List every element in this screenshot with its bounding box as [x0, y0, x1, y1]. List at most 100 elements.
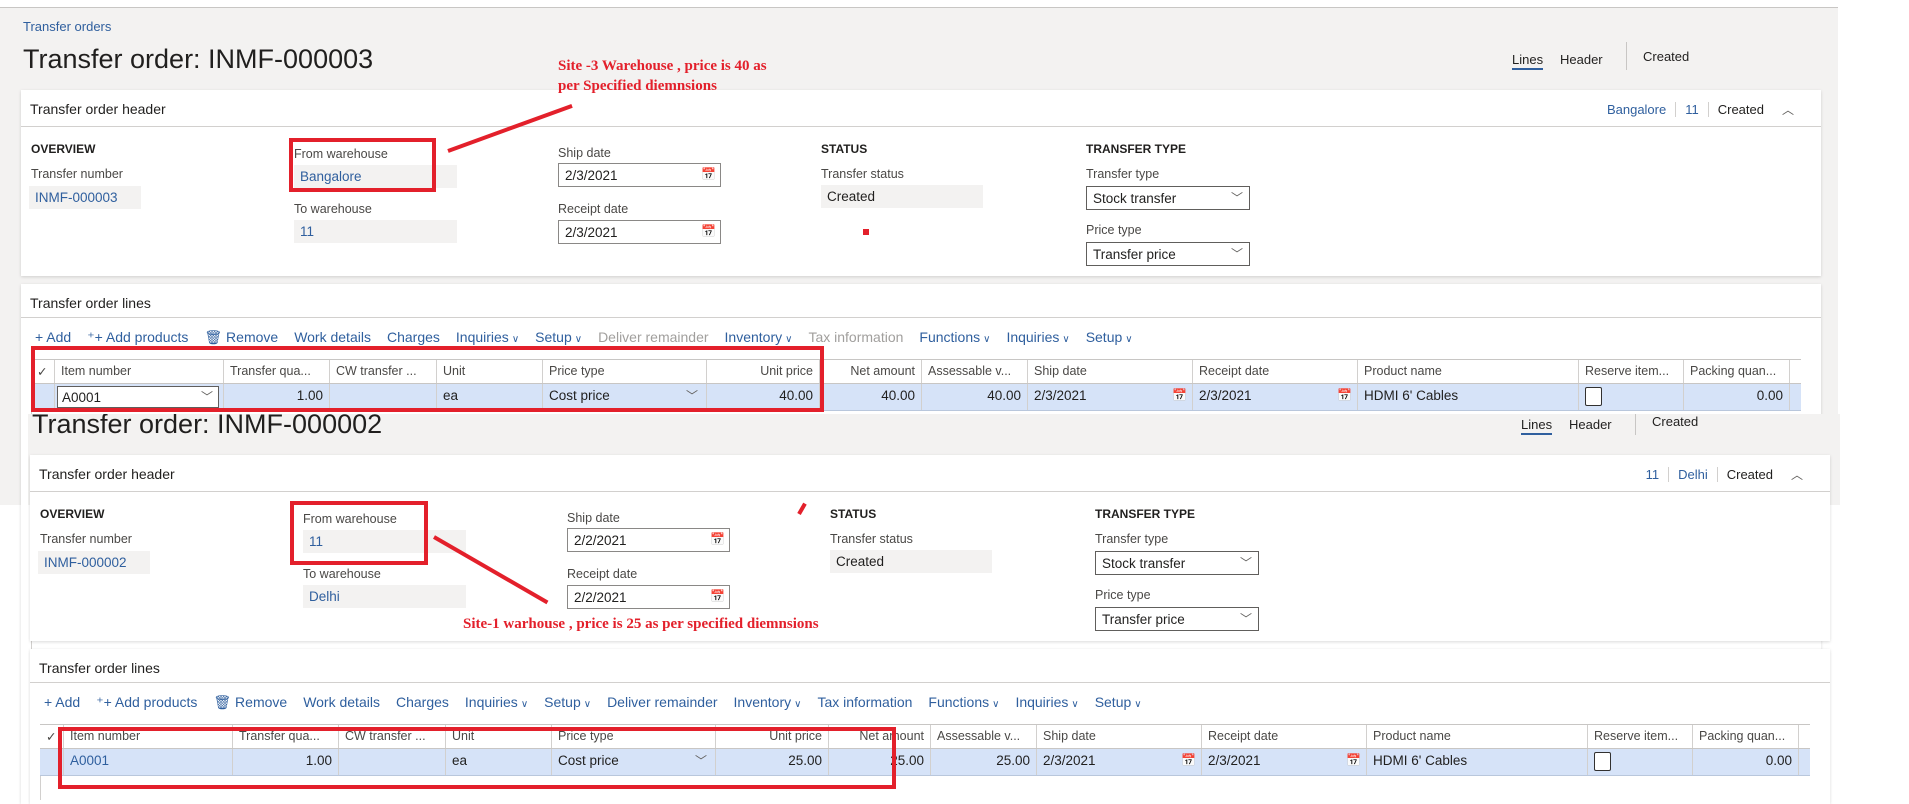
toolbar-functions[interactable]: Functions ∨ [928, 694, 999, 711]
toolbar-remove[interactable]: 🗑 Remove [204, 329, 278, 346]
breadcrumb-transfer-orders[interactable]: Transfer orders [23, 19, 111, 34]
column-header[interactable]: Receipt date [1193, 360, 1358, 383]
ship-date-input[interactable]: 2/2/2021 📅 [567, 528, 730, 552]
toolbar-inventory[interactable]: Inventory ∨ [725, 329, 793, 346]
net-amount-cell[interactable]: 40.00 [820, 384, 922, 410]
column-header[interactable]: Packing quan... [1693, 725, 1799, 748]
ship-date-cell[interactable]: 2/3/2021 📅 [1037, 749, 1202, 775]
receipt-date-input[interactable]: 2/3/2021 📅 [558, 220, 721, 244]
toolbar-remove[interactable]: 🗑 Remove [213, 694, 287, 711]
calendar-icon[interactable]: 📅 [701, 167, 716, 181]
calendar-icon[interactable]: 📅 [1346, 753, 1361, 767]
header-card-title[interactable]: Transfer order header [30, 101, 166, 117]
receipt-date-cell[interactable]: 2/3/2021 📅 [1193, 384, 1358, 410]
transfer-number-value[interactable]: INMF-000003 [29, 186, 141, 209]
column-header[interactable]: Ship date [1037, 725, 1202, 748]
toolbar-work-details[interactable]: Work details [294, 329, 371, 346]
calendar-icon[interactable]: 📅 [1172, 388, 1187, 402]
toolbar-setup[interactable]: Setup ∨ [544, 694, 591, 711]
column-header[interactable]: Net amount [820, 360, 922, 383]
to-warehouse-value[interactable]: Delhi [303, 585, 466, 608]
summary-item[interactable]: Delhi [1668, 467, 1717, 482]
product-name-cell[interactable]: HDMI 6' Cables [1358, 384, 1579, 410]
calendar-icon[interactable]: 📅 [710, 532, 725, 546]
transfer-status-label: Transfer status [830, 532, 913, 546]
receipt-date-value: 2/2/2021 [574, 590, 627, 605]
label: + Add [44, 694, 81, 710]
toolbar-add[interactable]: + Add [44, 694, 80, 711]
chevron-down-icon: ∨ [785, 334, 793, 345]
assessable-value-cell[interactable]: 40.00 [922, 384, 1028, 410]
price-type-select[interactable]: Transfer price ﹀ [1086, 242, 1250, 266]
column-header[interactable]: Reserve item... [1588, 725, 1693, 748]
column-header[interactable]: Packing quan... [1684, 360, 1790, 383]
toolbar-add-products[interactable]: ⁺+ Add products [96, 694, 197, 711]
toolbar-setup[interactable]: Setup ∨ [535, 329, 582, 346]
header-card-title[interactable]: Transfer order header [39, 466, 175, 482]
assessable-value-cell[interactable]: 25.00 [931, 749, 1037, 775]
tab-header[interactable]: Header [1569, 417, 1612, 432]
toolbar-work-details[interactable]: Work details [303, 694, 380, 711]
toolbar-deliver-remainder[interactable]: Deliver remainder [607, 694, 717, 711]
toolbar-tax-information[interactable]: Tax information [817, 694, 912, 711]
collapse-chevron-icon[interactable]: ︿ [1782, 466, 1812, 483]
tab-lines[interactable]: Lines [1521, 417, 1553, 435]
product-name-cell[interactable]: HDMI 6' Cables [1367, 749, 1588, 775]
summary-item[interactable]: Bangalore [1598, 102, 1675, 117]
packing-quantity-cell[interactable]: 0.00 [1693, 749, 1799, 775]
toolbar-tax-information[interactable]: Tax information [808, 329, 903, 346]
reserve-items-cell[interactable] [1579, 384, 1684, 410]
tab-header[interactable]: Header [1560, 52, 1603, 67]
lines-toolbar: + Add ⁺+ Add products 🗑 Remove Work deta… [44, 694, 1142, 711]
reserve-items-checkbox[interactable] [1585, 387, 1602, 406]
toolbar-inquiries[interactable]: Inquiries ∨ [456, 329, 519, 346]
column-header[interactable]: Product name [1367, 725, 1588, 748]
toolbar-functions[interactable]: Functions ∨ [919, 329, 990, 346]
transfer-type-heading: TRANSFER TYPE [1086, 142, 1187, 156]
price-type-select[interactable]: Transfer price ﹀ [1095, 607, 1259, 631]
calendar-icon[interactable]: 📅 [1337, 388, 1352, 402]
tab-lines[interactable]: Lines [1512, 52, 1544, 70]
column-header[interactable]: Reserve item... [1579, 360, 1684, 383]
toolbar-setup-2[interactable]: Setup ∨ [1095, 694, 1142, 711]
transfer-type-select[interactable]: Stock transfer ﹀ [1095, 551, 1259, 575]
toolbar-inquiries-2[interactable]: Inquiries ∨ [1006, 329, 1069, 346]
column-header[interactable]: Ship date [1028, 360, 1193, 383]
ship-date-value: 2/3/2021 [565, 168, 618, 183]
column-header[interactable]: Receipt date [1202, 725, 1367, 748]
calendar-icon[interactable]: 📅 [1181, 753, 1196, 767]
receipt-date-input[interactable]: 2/2/2021 📅 [567, 585, 730, 609]
toolbar-inquiries-2[interactable]: Inquiries ∨ [1015, 694, 1078, 711]
toolbar-deliver-remainder[interactable]: Deliver remainder [598, 329, 708, 346]
to-warehouse-value[interactable]: 11 [294, 220, 457, 243]
receipt-date-cell[interactable]: 2/3/2021 📅 [1202, 749, 1367, 775]
transfer-status-value: Created [821, 185, 983, 208]
summary-item[interactable]: 11 [1637, 467, 1669, 482]
reserve-items-cell[interactable] [1588, 749, 1693, 775]
toolbar-add-products[interactable]: ⁺+ Add products [87, 329, 188, 346]
toolbar-inventory[interactable]: Inventory ∨ [734, 694, 802, 711]
column-header[interactable]: Product name [1358, 360, 1579, 383]
column-header[interactable]: Assessable v... [931, 725, 1037, 748]
toolbar-charges[interactable]: Charges [387, 329, 440, 346]
summary-item[interactable]: 11 [1675, 102, 1708, 117]
column-header[interactable]: Assessable v... [922, 360, 1028, 383]
calendar-icon[interactable]: 📅 [701, 224, 716, 238]
transfer-number-value[interactable]: INMF-000002 [38, 551, 150, 574]
collapse-chevron-icon[interactable]: ︿ [1773, 101, 1803, 118]
chevron-down-icon: ﹀ [1230, 191, 1243, 205]
ship-date-cell[interactable]: 2/3/2021 📅 [1028, 384, 1193, 410]
transfer-type-select[interactable]: Stock transfer ﹀ [1086, 186, 1250, 210]
toolbar-charges[interactable]: Charges [396, 694, 449, 711]
calendar-icon[interactable]: 📅 [710, 589, 725, 603]
ship-date-input[interactable]: 2/3/2021 📅 [558, 163, 721, 187]
reserve-items-checkbox[interactable] [1594, 752, 1611, 771]
packing-quantity-cell[interactable]: 0.00 [1684, 384, 1790, 410]
label: Charges [395, 694, 449, 710]
toolbar-inquiries[interactable]: Inquiries ∨ [465, 694, 528, 711]
lines-card-title[interactable]: Transfer order lines [30, 295, 151, 311]
lines-card-title[interactable]: Transfer order lines [39, 660, 160, 676]
toolbar-setup-2[interactable]: Setup ∨ [1086, 329, 1133, 346]
toolbar-add[interactable]: + Add [35, 329, 71, 346]
divider [21, 126, 1821, 127]
